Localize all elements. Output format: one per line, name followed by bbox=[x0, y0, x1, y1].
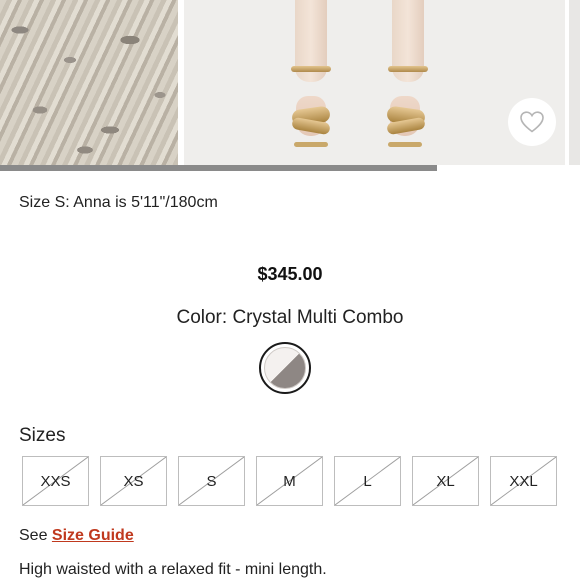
size-option-label: XXL bbox=[509, 472, 538, 490]
size-option-label: M bbox=[283, 472, 296, 490]
size-option-label: XXS bbox=[40, 472, 71, 490]
product-description: High waisted with a relaxed fit - mini l… bbox=[19, 561, 327, 578]
left-sole bbox=[294, 142, 328, 147]
size-option-label: XS bbox=[123, 472, 144, 490]
gallery-progress-bar bbox=[0, 165, 580, 171]
color-label-prefix: Color: bbox=[176, 307, 228, 328]
product-image-shoes[interactable] bbox=[184, 0, 565, 165]
size-options: XXS XS S M L XL XXL bbox=[22, 456, 557, 506]
size-option-xl[interactable]: XL bbox=[412, 456, 479, 506]
gallery-progress-fill bbox=[0, 165, 437, 171]
size-option-label: S bbox=[206, 472, 217, 490]
size-guide-link[interactable]: Size Guide bbox=[52, 527, 134, 544]
heart-icon bbox=[520, 111, 544, 133]
color-selection-label: Color: Crystal Multi Combo bbox=[0, 307, 580, 329]
size-option-s[interactable]: S bbox=[178, 456, 245, 506]
color-name: Crystal Multi Combo bbox=[232, 307, 404, 328]
size-option-xxs[interactable]: XXS bbox=[22, 456, 89, 506]
model-size-info: Size S: Anna is 5'11"/180cm bbox=[19, 194, 218, 211]
product-price: $345.00 bbox=[257, 264, 323, 284]
size-option-label: L bbox=[363, 472, 372, 490]
color-swatch-crystal-multi-combo[interactable] bbox=[259, 342, 311, 394]
size-option-m[interactable]: M bbox=[256, 456, 323, 506]
wishlist-button[interactable] bbox=[508, 98, 556, 146]
size-option-xxl[interactable]: XXL bbox=[490, 456, 557, 506]
size-option-l[interactable]: L bbox=[334, 456, 401, 506]
size-guide-prefix: See bbox=[19, 527, 48, 544]
sizes-heading: Sizes bbox=[19, 425, 66, 446]
product-image-gallery[interactable] bbox=[0, 0, 580, 165]
right-ankle-strap bbox=[388, 66, 428, 72]
color-swatch-fill bbox=[264, 347, 306, 389]
right-sole bbox=[388, 142, 422, 147]
left-ankle-strap bbox=[291, 66, 331, 72]
product-image-next-peek[interactable] bbox=[569, 0, 580, 165]
product-image-fabric-detail[interactable] bbox=[0, 0, 178, 165]
size-option-label: XL bbox=[436, 472, 455, 490]
size-guide-line: See Size Guide bbox=[19, 527, 134, 545]
size-option-xs[interactable]: XS bbox=[100, 456, 167, 506]
